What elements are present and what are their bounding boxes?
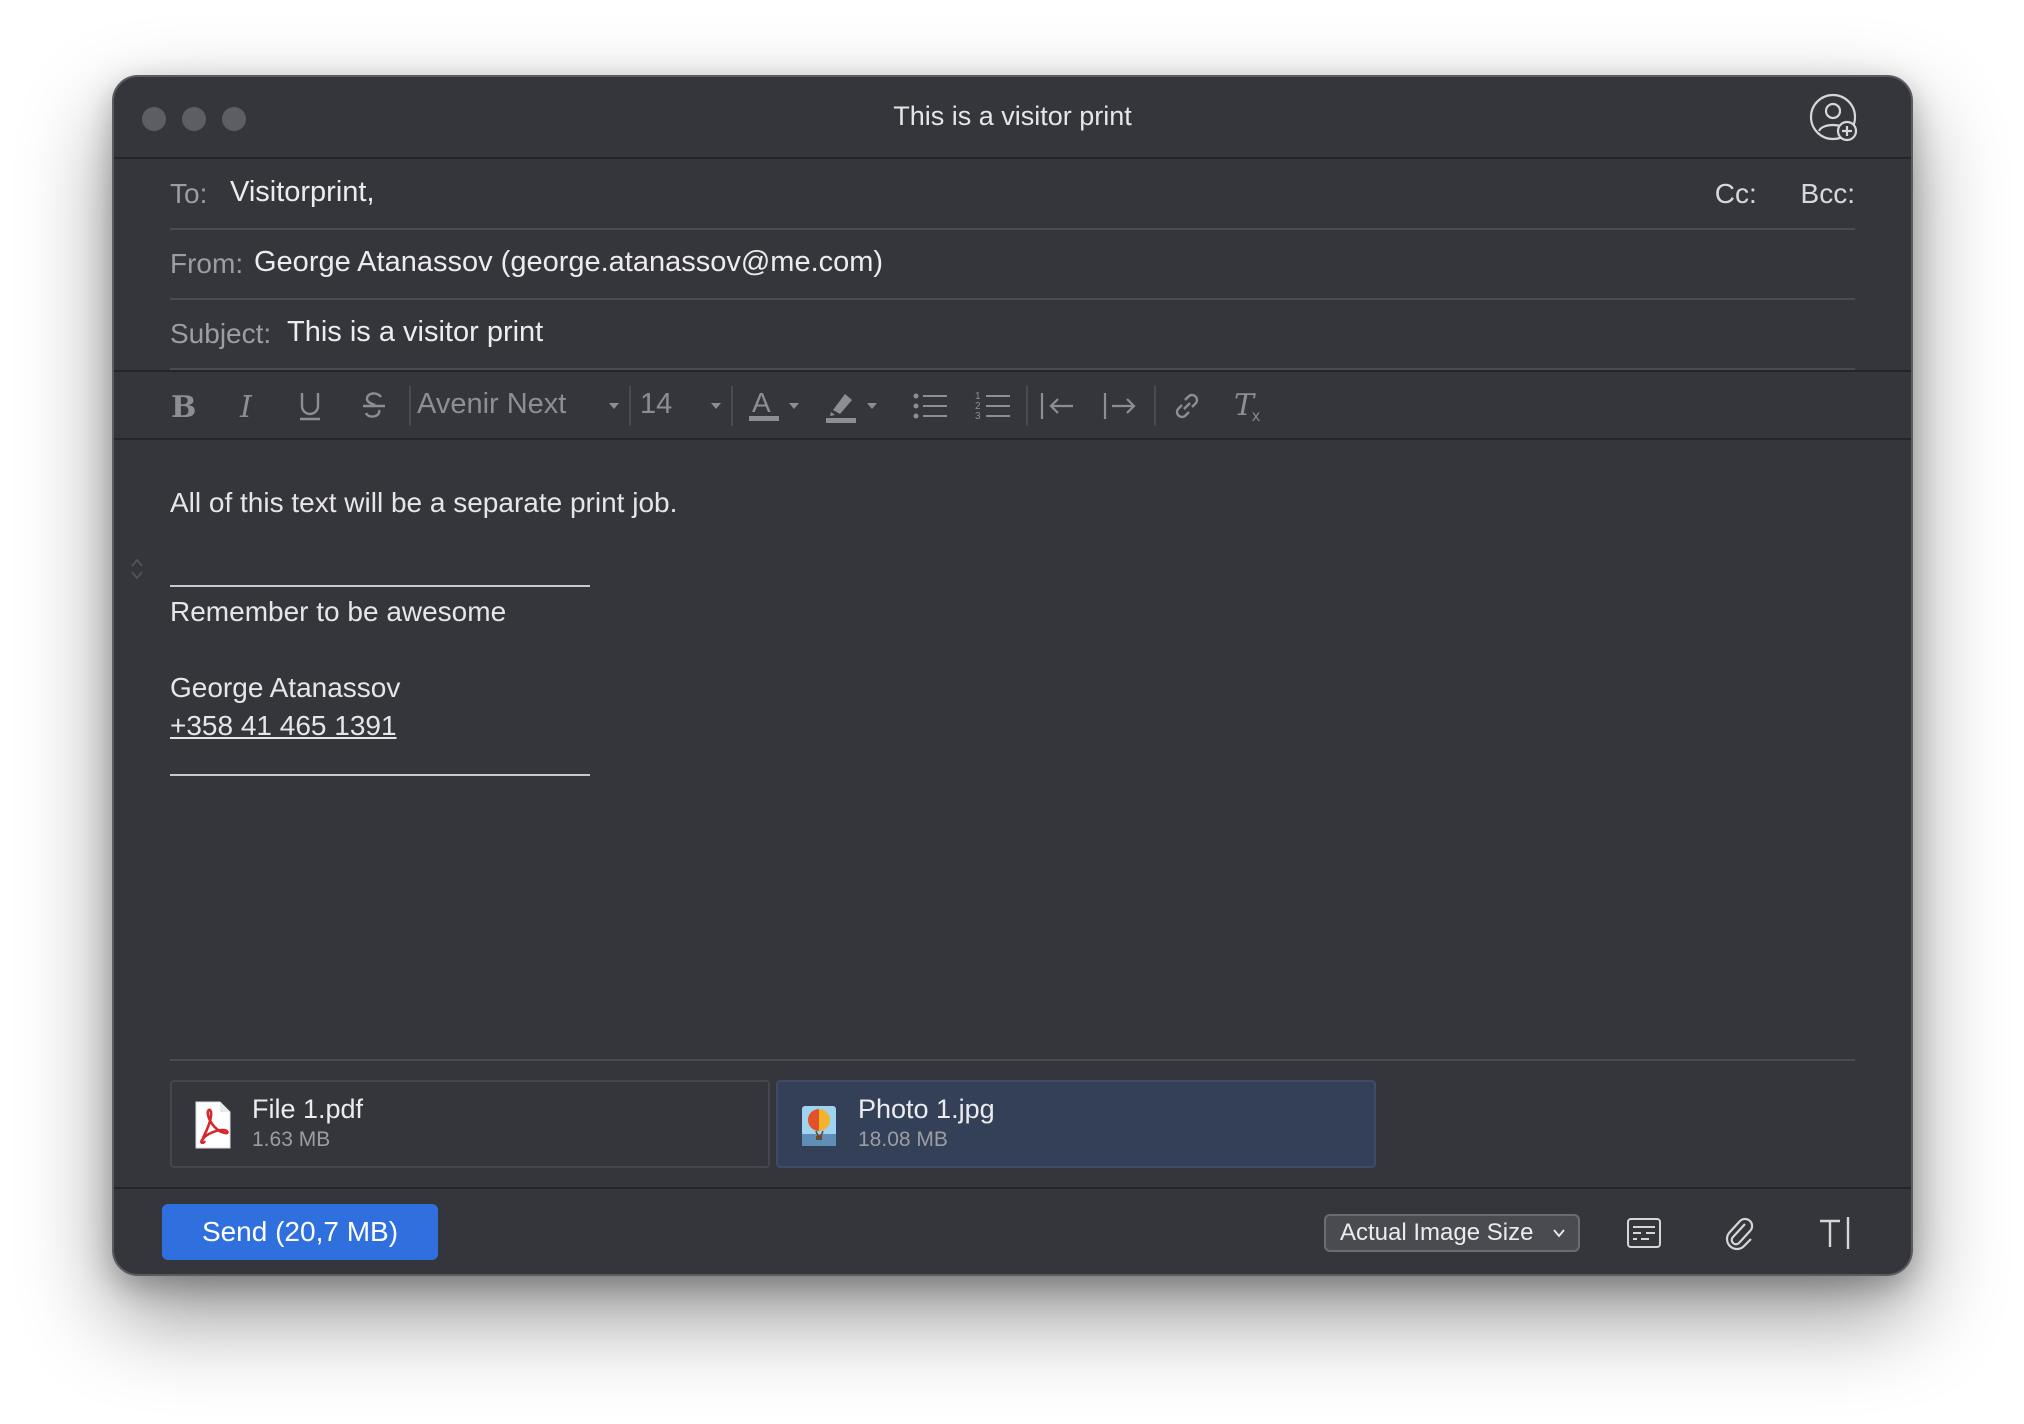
signature-top-divider [170,585,590,587]
bold-icon[interactable]: B [164,372,200,440]
signature-phone-link[interactable]: +358 41 465 1391 [170,710,397,742]
highlight-color-icon[interactable] [824,372,860,440]
attachment-item[interactable]: File 1.pdf 1.63 MB [170,1080,770,1168]
clear-formatting-icon[interactable]: Tx [1229,372,1271,440]
font-size-dropdown-icon[interactable] [706,372,726,440]
from-label: From: [170,248,244,279]
toolbar-separator [1154,386,1156,426]
decrease-indent-icon[interactable] [1036,372,1078,440]
pdf-file-icon [192,1100,234,1150]
subject-field[interactable]: Subject: This is a visitor print [170,300,1855,370]
toolbar-separator [731,386,733,426]
svg-text:B: B [171,391,195,421]
image-size-select[interactable]: Actual Image Size [1324,1214,1580,1252]
strikethrough-icon[interactable] [356,372,392,440]
signature-tagline[interactable]: Remember to be awesome [170,596,506,628]
from-value[interactable]: George Atanassov (george.atanassov@me.co… [254,246,883,279]
increase-indent-icon[interactable] [1099,372,1141,440]
highlight-dropdown-icon[interactable] [862,372,882,440]
window-title: This is a visitor print [893,101,1132,131]
attachment-name: File 1.pdf [252,1094,364,1124]
bcc-button[interactable]: Bcc: [1801,178,1855,209]
to-label: To: [170,178,208,209]
add-contact-icon[interactable] [1809,93,1859,143]
toolbar-separator [629,386,631,426]
image-size-value: Actual Image Size [1340,1219,1534,1246]
insert-link-icon[interactable] [1166,372,1208,440]
compose-window: This is a visitor print To: Visitorprint… [112,75,1913,1276]
title-bar: This is a visitor print [114,77,1911,159]
text-color-icon[interactable]: A [746,372,782,440]
font-family-select[interactable]: Avenir Next [417,388,566,421]
signature-bottom-divider [170,774,590,776]
svg-text:3: 3 [975,411,981,422]
italic-icon[interactable]: I [229,372,265,440]
format-panel-icon[interactable] [1622,1211,1666,1255]
to-field[interactable]: To: Visitorprint, Cc: Bcc: [170,160,1855,230]
body-text-line[interactable]: All of this text will be a separate prin… [170,487,677,519]
numbered-list-icon[interactable]: 123 [972,372,1014,440]
to-recipient-token[interactable]: Visitorprint, [230,176,375,209]
text-format-toggle-icon[interactable] [1814,1211,1858,1255]
underline-icon[interactable] [292,372,328,440]
attachment-size: 1.63 MB [252,1128,331,1151]
subject-input[interactable]: This is a visitor print [287,316,543,349]
bulleted-list-icon[interactable] [909,372,951,440]
signature-name[interactable]: George Atanassov [170,672,400,704]
attach-file-icon[interactable] [1718,1211,1762,1255]
font-family-dropdown-icon[interactable] [604,372,624,440]
image-file-icon [798,1100,840,1150]
font-size-select[interactable]: 14 [640,388,672,421]
text-color-dropdown-icon[interactable] [784,372,804,440]
chevron-down-icon [1552,1216,1566,1260]
attachment-size: 18.08 MB [858,1128,948,1151]
attachment-name: Photo 1.jpg [858,1094,995,1124]
signature-selector-icon[interactable] [130,557,144,586]
svg-text:A: A [752,388,771,418]
bottom-toolbar: Send (20,7 MB) Actual Image Size [114,1187,1911,1274]
send-button[interactable]: Send (20,7 MB) [162,1204,438,1260]
toolbar-separator [409,386,411,426]
attachment-item[interactable]: Photo 1.jpg 18.08 MB [776,1080,1376,1168]
cc-button[interactable]: Cc: [1715,178,1757,209]
cc-bcc-controls: Cc: Bcc: [1679,178,1855,210]
toolbar-separator [1026,386,1028,426]
svg-text:I: I [239,391,253,421]
from-field[interactable]: From: George Atanassov (george.atanassov… [170,230,1855,300]
format-toolbar: B I Avenir Next 14 A 1 2 3 T x [114,370,1911,440]
subject-label: Subject: [170,318,272,349]
svg-text:x: x [1252,408,1260,423]
attachments-divider [170,1059,1855,1061]
